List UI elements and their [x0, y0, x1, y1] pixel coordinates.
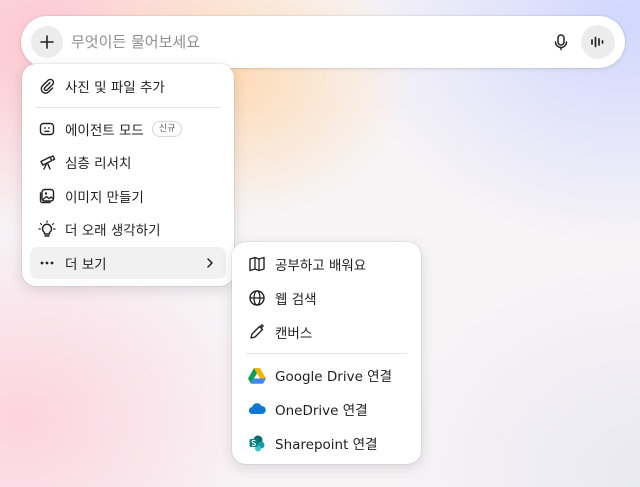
google-drive-icon [247, 365, 267, 385]
agent-icon [37, 119, 57, 139]
menu-item-label: 이미지 만들기 [65, 190, 144, 206]
onedrive-icon [247, 399, 267, 419]
menu-item-label: OneDrive 연결 [275, 403, 368, 419]
sharepoint-icon [247, 433, 267, 453]
menu-item-label: 사진 및 파일 추가 [65, 80, 165, 96]
new-badge: 신규 [151, 121, 183, 137]
book-icon [247, 254, 267, 274]
mic-icon [554, 34, 568, 51]
menu-item-study-learn[interactable]: 공부하고 배워요 [240, 248, 413, 280]
menu-item-label: 더 오래 생각하기 [65, 223, 161, 239]
more-dots-icon [37, 253, 57, 273]
menu-item-onedrive[interactable]: OneDrive 연결 [240, 393, 413, 425]
menu-item-label: Google Drive 연결 [275, 369, 393, 385]
menu-item-google-drive[interactable]: Google Drive 연결 [240, 359, 413, 391]
menu-item-label: 캔버스 [275, 326, 313, 342]
menu-item-label: 심층 리서치 [65, 156, 132, 172]
plus-icon [40, 35, 54, 49]
menu-item-more[interactable]: 더 보기 [30, 247, 226, 279]
menu-item-label: Sharepoint 연결 [275, 437, 378, 453]
voice-mode-button[interactable] [581, 25, 615, 59]
menu-item-think-longer[interactable]: 더 오래 생각하기 [30, 213, 226, 245]
menu-item-create-image[interactable]: 이미지 만들기 [30, 180, 226, 212]
menu-divider [246, 353, 407, 354]
menu-item-label: 더 보기 [65, 257, 107, 273]
menu-item-label: 공부하고 배워요 [275, 258, 367, 274]
menu-item-canvas[interactable]: 캔버스 [240, 316, 413, 348]
menu-item-label: 에이전트 모드 [65, 123, 144, 139]
menu-item-label: 웹 검색 [275, 292, 317, 308]
more-submenu: 공부하고 배워요 웹 검색 캔버스 Google Drive 연결 OneDri… [232, 242, 421, 464]
image-icon [37, 186, 57, 206]
chevron-right-icon [202, 255, 218, 271]
telescope-icon [37, 152, 57, 172]
globe-icon [247, 288, 267, 308]
paperclip-icon [37, 76, 57, 96]
menu-item-web-search[interactable]: 웹 검색 [240, 282, 413, 314]
add-attachment-button[interactable] [31, 26, 63, 58]
voice-waveform-icon [591, 36, 604, 48]
search-input[interactable] [71, 30, 531, 54]
menu-item-agent-mode[interactable]: 에이전트 모드 신규 [30, 113, 226, 145]
pen-sparkle-icon [247, 322, 267, 342]
menu-item-sharepoint[interactable]: Sharepoint 연결 [240, 427, 413, 459]
menu-divider [36, 107, 220, 108]
attach-menu: 사진 및 파일 추가 에이전트 모드 신규 심층 리서치 이미지 만들기 더 오… [22, 64, 234, 286]
lightbulb-icon [37, 219, 57, 239]
menu-item-deep-research[interactable]: 심층 리서치 [30, 146, 226, 178]
dictate-button[interactable] [547, 28, 575, 56]
prompt-bar [21, 16, 625, 68]
menu-item-add-photos-files[interactable]: 사진 및 파일 추가 [30, 70, 226, 102]
